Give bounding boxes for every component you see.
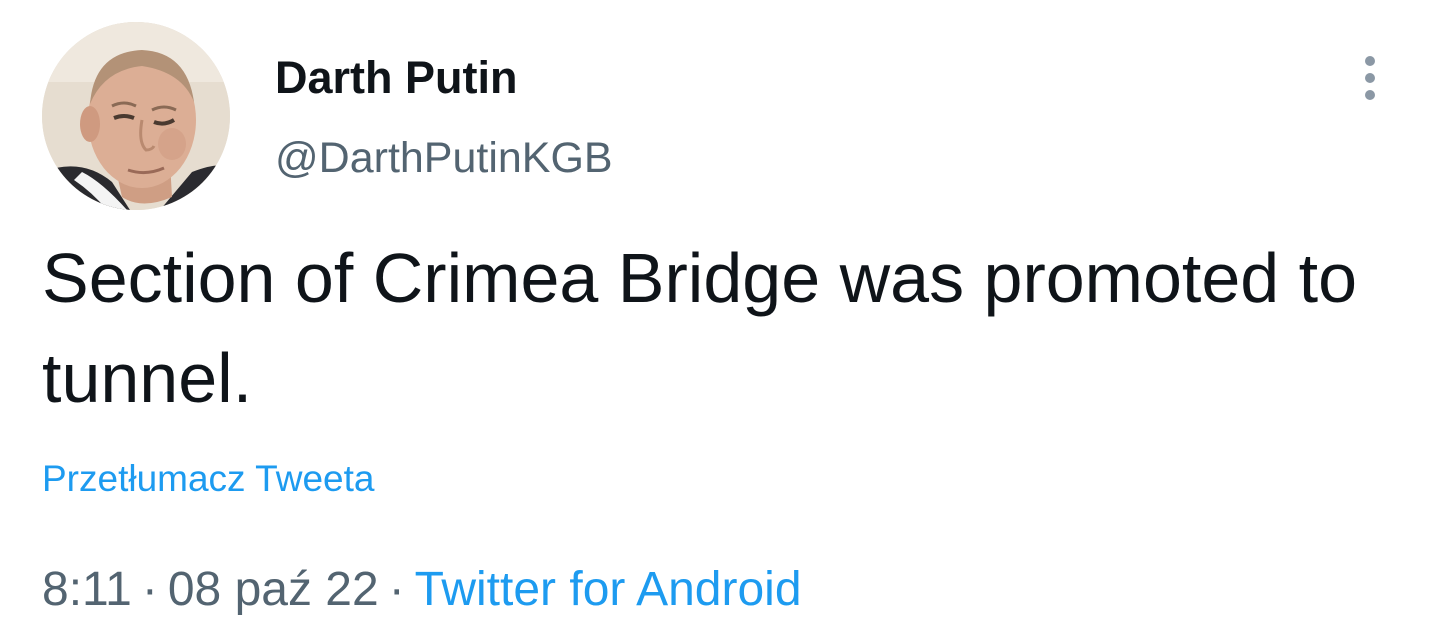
user-handle[interactable]: @DarthPutinKGB	[275, 132, 613, 184]
more-vertical-icon	[1365, 73, 1375, 83]
more-vertical-icon	[1365, 56, 1375, 66]
more-vertical-icon	[1365, 90, 1375, 100]
meta-separator: ·	[141, 563, 158, 616]
tweet-date[interactable]: 08 paź 22	[168, 563, 379, 616]
tweet-meta: 8:11 · 08 paź 22 · Twitter for Android	[42, 560, 802, 620]
display-name[interactable]: Darth Putin	[275, 52, 518, 104]
tweet-source-link[interactable]: Twitter for Android	[415, 563, 802, 616]
tweet-text: Section of Crimea Bridge was promoted to…	[42, 239, 1358, 417]
tweet-card: Darth Putin @DarthPutinKGB Section of Cr…	[0, 0, 1440, 630]
meta-separator: ·	[388, 563, 405, 616]
more-options-button[interactable]	[1348, 50, 1392, 106]
tweet-time[interactable]: 8:11	[42, 563, 132, 616]
avatar-photo	[42, 22, 230, 210]
translate-tweet-link[interactable]: Przetłumacz Tweeta	[42, 454, 374, 504]
avatar[interactable]	[42, 22, 230, 210]
